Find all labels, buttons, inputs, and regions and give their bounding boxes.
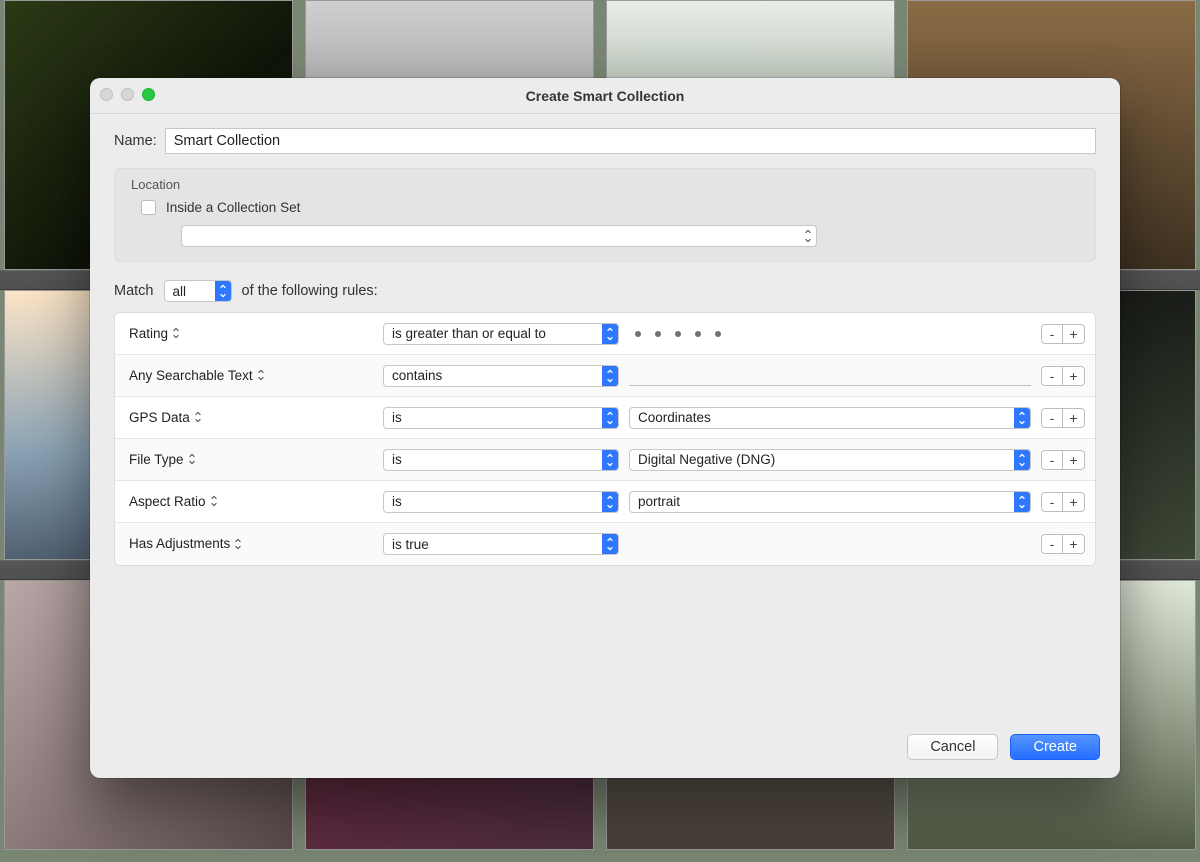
- rule-operator-value: is true: [392, 537, 429, 552]
- rule-field-value: File Type: [129, 452, 184, 467]
- create-smart-collection-dialog: Create Smart Collection Name: Location I…: [90, 78, 1120, 778]
- name-label: Name:: [114, 133, 157, 149]
- match-mode-value: all: [173, 284, 187, 299]
- remove-rule-button[interactable]: -: [1041, 324, 1063, 344]
- rule-field-select[interactable]: Rating: [129, 326, 180, 341]
- window-controls: [100, 88, 155, 101]
- rule-text-input[interactable]: [629, 366, 1031, 386]
- dialog-footer: Cancel Create: [90, 720, 1120, 778]
- rule-row: Any Searchable Text contains -+: [115, 355, 1095, 397]
- add-rule-button[interactable]: +: [1063, 492, 1085, 512]
- chevron-up-down-icon: [194, 411, 202, 423]
- rule-operator-select[interactable]: is: [383, 407, 619, 429]
- close-window-icon[interactable]: [100, 88, 113, 101]
- rule-operator-value: contains: [392, 368, 442, 383]
- chevron-up-down-icon: [257, 369, 265, 381]
- rule-row: GPS Data is Coordinates -+: [115, 397, 1095, 439]
- match-row: Match all of the following rules:: [114, 280, 1096, 302]
- rule-field-select[interactable]: File Type: [129, 452, 196, 467]
- collection-set-select[interactable]: [181, 225, 817, 247]
- add-rule-button[interactable]: +: [1063, 366, 1085, 386]
- chevron-up-down-icon: [602, 534, 618, 554]
- chevron-up-down-icon: [1014, 450, 1030, 470]
- remove-rule-button[interactable]: -: [1041, 408, 1063, 428]
- rating-stars[interactable]: [629, 331, 721, 337]
- rule-field-select[interactable]: GPS Data: [129, 410, 202, 425]
- remove-rule-button[interactable]: -: [1041, 534, 1063, 554]
- minimize-window-icon[interactable]: [121, 88, 134, 101]
- rule-field-value: Has Adjustments: [129, 536, 230, 551]
- rule-row: Rating is greater than or equal to -+: [115, 313, 1095, 355]
- rule-field-value: Aspect Ratio: [129, 494, 206, 509]
- inside-collection-set-checkbox[interactable]: [141, 200, 156, 215]
- rule-operator-select[interactable]: is greater than or equal to: [383, 323, 619, 345]
- chevron-up-down-icon: [234, 538, 242, 550]
- rule-value: portrait: [638, 494, 680, 509]
- chevron-up-down-icon: [172, 327, 180, 339]
- rule-operator-value: is greater than or equal to: [392, 326, 546, 341]
- chevron-up-down-icon: [602, 366, 618, 386]
- match-prefix: Match: [114, 283, 154, 299]
- chevron-up-down-icon: [602, 324, 618, 344]
- rule-value-select[interactable]: portrait: [629, 491, 1031, 513]
- chevron-up-down-icon: [215, 281, 231, 301]
- rule-value-select[interactable]: Coordinates: [629, 407, 1031, 429]
- remove-rule-button[interactable]: -: [1041, 366, 1063, 386]
- name-input[interactable]: [165, 128, 1096, 154]
- rule-operator-select[interactable]: is true: [383, 533, 619, 555]
- rule-value-select[interactable]: Digital Negative (DNG): [629, 449, 1031, 471]
- create-button[interactable]: Create: [1010, 734, 1100, 760]
- rule-field-value: Rating: [129, 326, 168, 341]
- add-rule-button[interactable]: +: [1063, 534, 1085, 554]
- rule-field-value: GPS Data: [129, 410, 190, 425]
- rule-field-select[interactable]: Has Adjustments: [129, 536, 242, 551]
- rule-row: File Type is Digital Negative (DNG) -+: [115, 439, 1095, 481]
- rule-operator-select[interactable]: is: [383, 491, 619, 513]
- rules-list: Ratingis greater than or equal to-+Any S…: [114, 312, 1096, 566]
- rule-value: Coordinates: [638, 410, 711, 425]
- rule-value: Digital Negative (DNG): [638, 452, 775, 467]
- remove-rule-button[interactable]: -: [1041, 492, 1063, 512]
- rule-operator-select[interactable]: contains: [383, 365, 619, 387]
- dialog-title: Create Smart Collection: [526, 88, 685, 104]
- chevron-up-down-icon: [1014, 408, 1030, 428]
- remove-rule-button[interactable]: -: [1041, 450, 1063, 470]
- chevron-up-down-icon: [602, 492, 618, 512]
- rule-operator-select[interactable]: is: [383, 449, 619, 471]
- match-mode-select[interactable]: all: [164, 280, 232, 302]
- location-group: Location Inside a Collection Set: [114, 168, 1096, 262]
- chevron-up-down-icon: [210, 495, 218, 507]
- chevron-up-down-icon: [1014, 492, 1030, 512]
- rule-operator-value: is: [392, 452, 402, 467]
- maximize-window-icon[interactable]: [142, 88, 155, 101]
- chevron-up-down-icon: [602, 408, 618, 428]
- add-rule-button[interactable]: +: [1063, 324, 1085, 344]
- rule-field-value: Any Searchable Text: [129, 368, 253, 383]
- rule-field-select[interactable]: Any Searchable Text: [129, 368, 265, 383]
- chevron-up-down-icon: [602, 450, 618, 470]
- chevron-up-down-icon: [188, 453, 196, 465]
- add-rule-button[interactable]: +: [1063, 450, 1085, 470]
- rule-row: Aspect Ratio is portrait -+: [115, 481, 1095, 523]
- rule-field-select[interactable]: Aspect Ratio: [129, 494, 218, 509]
- rule-operator-value: is: [392, 494, 402, 509]
- chevron-up-down-icon: [800, 226, 816, 246]
- cancel-button[interactable]: Cancel: [907, 734, 998, 760]
- match-suffix: of the following rules:: [242, 283, 378, 299]
- add-rule-button[interactable]: +: [1063, 408, 1085, 428]
- rule-row: Has Adjustments is true -+: [115, 523, 1095, 565]
- titlebar: Create Smart Collection: [90, 78, 1120, 114]
- location-title: Location: [131, 177, 1083, 192]
- rule-operator-value: is: [392, 410, 402, 425]
- inside-collection-set-label: Inside a Collection Set: [166, 200, 300, 215]
